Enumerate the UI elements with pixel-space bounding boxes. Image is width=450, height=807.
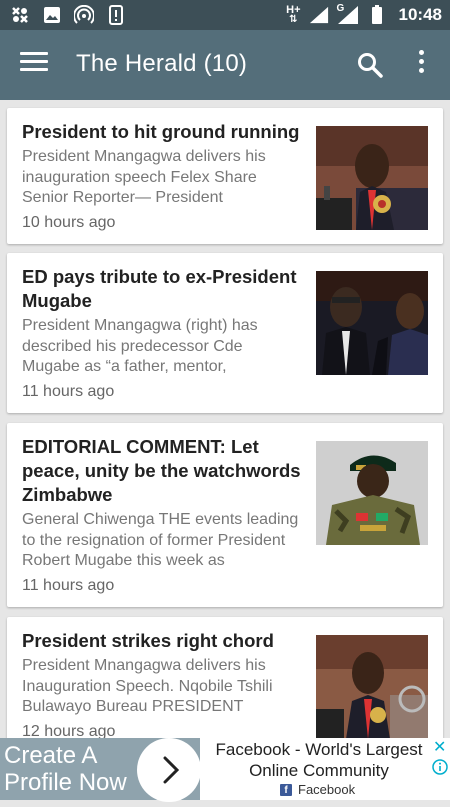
chevron-right-icon: [163, 756, 180, 784]
article-time: 11 hours ago: [22, 577, 115, 594]
info-icon[interactable]: [432, 759, 448, 780]
more-vertical-icon[interactable]: [414, 50, 428, 80]
article-card[interactable]: ED pays tribute to ex-President Mugabe P…: [7, 253, 443, 413]
clock: 10:48: [398, 5, 442, 24]
status-bar: H+ ⇅ G 10:48: [0, 0, 450, 30]
article-card[interactable]: EDITORIAL COMMENT: Let peace, unity be t…: [7, 423, 443, 607]
phone-icon: [106, 5, 126, 25]
article-summary: President Mnangagwa delivers his Inaugur…: [22, 657, 273, 715]
article-feed[interactable]: President to hit ground running Presiden…: [0, 100, 450, 800]
wifi-signal-icon: [309, 5, 329, 25]
article-headline: ED pays tribute to ex-President Mugabe: [22, 266, 297, 311]
app-title: The Herald (10): [76, 50, 248, 77]
mugabe-photo: [316, 271, 428, 375]
signal-icon: G: [336, 3, 359, 25]
search-icon[interactable]: [356, 51, 384, 79]
close-icon[interactable]: ✕: [433, 740, 446, 756]
ad-arrow-button[interactable]: [137, 738, 201, 802]
mobile-data-indicator: H+ ⇅: [286, 4, 301, 25]
general-chiwenga-photo: [316, 441, 428, 545]
app-toolbar: The Herald (10): [0, 30, 450, 100]
ad-title[interactable]: Facebook - World's Largest Online Commun…: [204, 739, 434, 781]
article-summary: President Mnangagwa (right) has describe…: [22, 317, 258, 375]
president-speech-photo: [316, 126, 428, 230]
president-inauguration-photo: [316, 635, 428, 739]
article-summary: President Mnangagwa delivers his inaugur…: [22, 148, 266, 206]
article-time: 10 hours ago: [22, 214, 116, 231]
article-headline: EDITORIAL COMMENT: Let peace, unity be t…: [22, 436, 301, 505]
ad-banner[interactable]: Create A Profile Now Facebook - World's …: [0, 738, 450, 802]
article-headline: President strikes right chord: [22, 630, 274, 651]
ad-brand-label: Facebook: [298, 782, 356, 797]
article-summary: General Chiwenga THE events leading to t…: [22, 511, 299, 569]
hamburger-menu-icon[interactable]: [20, 52, 48, 78]
article-time: 11 hours ago: [22, 383, 115, 400]
hotspot-icon: [74, 5, 94, 25]
ad-brand: f Facebook: [280, 782, 355, 797]
article-headline: President to hit ground running: [22, 121, 300, 142]
facebook-logo-icon: f: [280, 783, 292, 796]
ad-cta-text: Create A Profile Now: [4, 742, 127, 796]
article-card[interactable]: President to hit ground running Presiden…: [7, 108, 443, 244]
image-icon: [42, 5, 62, 25]
gallery-app-icon: [10, 5, 30, 25]
signal-type-label: G: [336, 3, 345, 14]
battery-icon: [367, 5, 387, 25]
